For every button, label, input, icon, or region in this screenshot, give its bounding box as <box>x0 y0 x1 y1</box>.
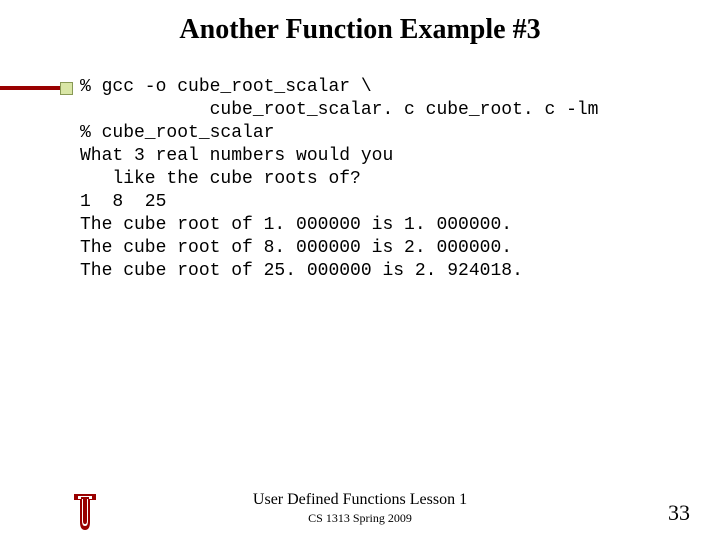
accent-line <box>0 86 65 90</box>
code-block: % gcc -o cube_root_scalar \ cube_root_sc… <box>80 76 598 283</box>
bullet-square <box>60 82 73 95</box>
page-number: 33 <box>668 500 690 526</box>
footer-line2: CS 1313 Spring 2009 <box>0 511 720 526</box>
footer-line1: User Defined Functions Lesson 1 <box>0 491 720 509</box>
slide-title: Another Function Example #3 <box>0 14 720 46</box>
footer: User Defined Functions Lesson 1 CS 1313 … <box>0 491 720 526</box>
